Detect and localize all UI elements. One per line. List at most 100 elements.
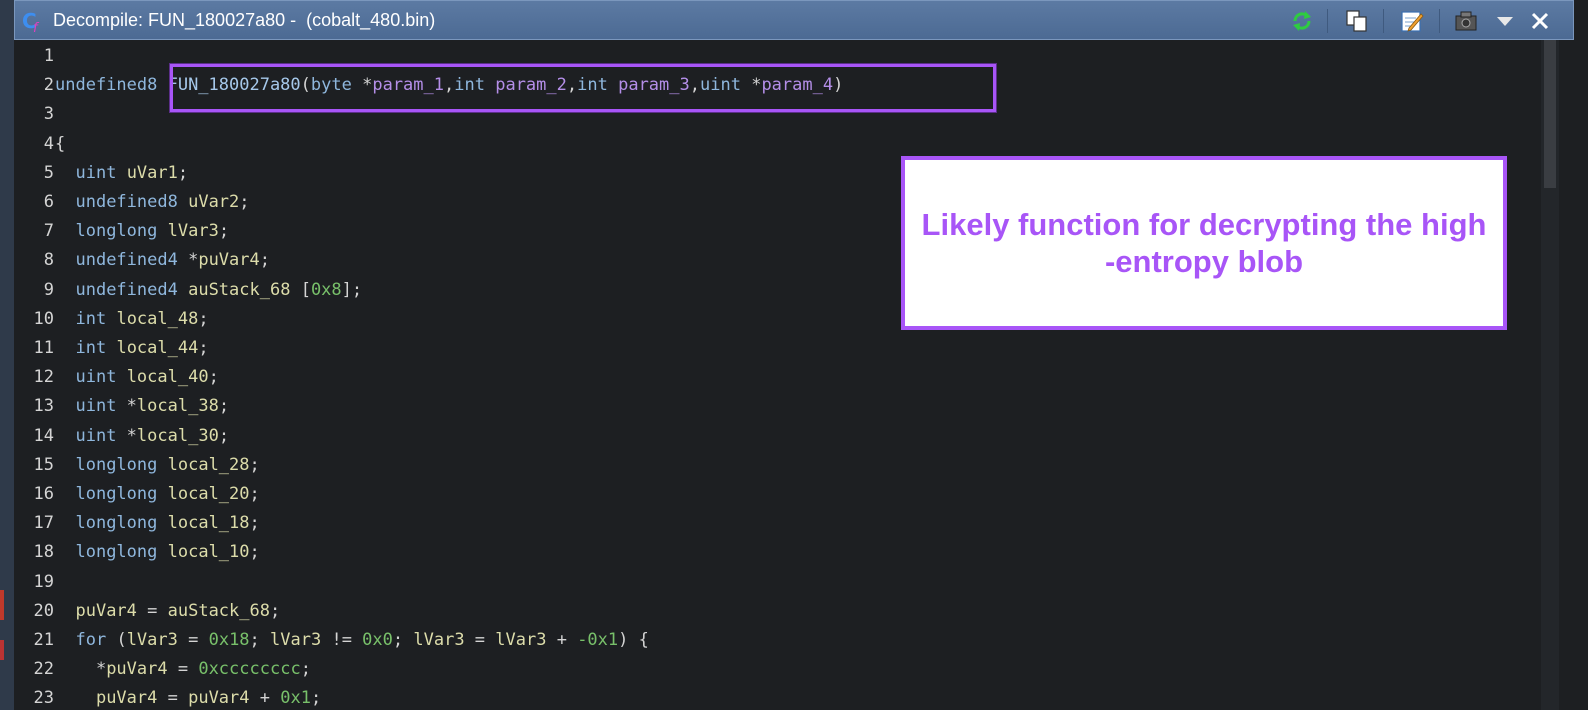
code-token[interactable]: lVar3 xyxy=(495,630,546,650)
code-token[interactable]: ; xyxy=(393,630,413,650)
code-token[interactable]: + xyxy=(546,630,577,650)
code-token[interactable] xyxy=(116,367,126,387)
code-token[interactable]: puVar4 xyxy=(106,659,167,679)
vertical-scrollbar[interactable] xyxy=(1541,40,1559,710)
code-token[interactable] xyxy=(55,338,75,358)
code-token[interactable]: local_44 xyxy=(116,338,198,358)
code-token[interactable]: lVar3 xyxy=(413,630,464,650)
code-line[interactable]: int local_48; xyxy=(55,305,208,334)
code-token[interactable]: uVar1 xyxy=(127,163,178,183)
code-token[interactable]: ; xyxy=(219,396,229,416)
code-token[interactable]: ; xyxy=(198,338,208,358)
code-line[interactable]: undefined4 auStack_68 [0x8]; xyxy=(55,276,362,305)
code-token[interactable]: local_40 xyxy=(127,367,209,387)
code-line[interactable]: undefined4 *puVar4; xyxy=(55,246,270,275)
code-line[interactable]: undefined8 uVar2; xyxy=(55,188,249,217)
code-token[interactable]: -0x1 xyxy=(577,630,618,650)
code-line[interactable]: uint *local_30; xyxy=(55,422,229,451)
code-token[interactable] xyxy=(157,221,167,241)
code-token[interactable]: ; xyxy=(250,455,260,475)
code-token[interactable]: ; xyxy=(270,601,280,621)
code-token[interactable]: undefined8 xyxy=(55,75,168,95)
code-token[interactable]: uint xyxy=(75,426,116,446)
code-token[interactable]: * xyxy=(178,250,198,270)
code-token[interactable]: ) { xyxy=(618,630,649,650)
code-token[interactable]: ; xyxy=(250,484,260,504)
code-token[interactable] xyxy=(116,163,126,183)
code-token[interactable]: + xyxy=(250,688,281,708)
code-token[interactable] xyxy=(55,192,75,212)
code-token[interactable]: longlong xyxy=(75,455,157,475)
code-token[interactable]: local_38 xyxy=(137,396,219,416)
code-line[interactable]: { xyxy=(55,130,65,159)
code-token[interactable]: uint xyxy=(75,163,116,183)
code-token[interactable]: ; xyxy=(250,630,270,650)
code-token[interactable]: uint xyxy=(75,367,116,387)
code-token[interactable]: puVar4 xyxy=(198,250,259,270)
code-token[interactable] xyxy=(55,601,75,621)
close-icon[interactable] xyxy=(1527,8,1553,34)
code-token[interactable]: int xyxy=(75,338,106,358)
code-token[interactable]: * xyxy=(116,396,137,416)
code-token[interactable] xyxy=(55,484,75,504)
code-token[interactable] xyxy=(157,455,167,475)
code-line[interactable]: puVar4 = puVar4 + 0x1; xyxy=(55,684,321,710)
code-token[interactable] xyxy=(55,163,75,183)
code-token[interactable] xyxy=(55,367,75,387)
code-token[interactable]: local_28 xyxy=(168,455,250,475)
code-token[interactable] xyxy=(55,280,75,300)
code-token[interactable]: ; xyxy=(301,659,311,679)
code-token[interactable]: ; xyxy=(260,250,270,270)
code-token[interactable]: ; xyxy=(178,163,188,183)
code-token[interactable]: != xyxy=(321,630,362,650)
code-token[interactable] xyxy=(55,250,75,270)
copy-icon[interactable] xyxy=(1344,8,1370,34)
code-token[interactable]: lVar3 xyxy=(127,630,178,650)
code-line[interactable]: uint local_40; xyxy=(55,363,219,392)
code-token[interactable]: ; xyxy=(219,426,229,446)
code-line[interactable]: longlong lVar3; xyxy=(55,217,229,246)
code-line[interactable]: int local_44; xyxy=(55,334,208,363)
code-token[interactable]: 0x18 xyxy=(209,630,250,650)
code-token[interactable]: auStack_68 xyxy=(188,280,290,300)
code-token[interactable]: ; xyxy=(250,513,260,533)
code-token[interactable]: int xyxy=(75,309,106,329)
code-token[interactable]: local_48 xyxy=(116,309,198,329)
title-bar[interactable]: C f Decompile: FUN_180027a80 - (cobalt_4… xyxy=(14,0,1574,40)
code-token[interactable]: auStack_68 xyxy=(168,601,270,621)
code-token[interactable]: undefined4 xyxy=(75,250,177,270)
code-token[interactable]: for xyxy=(75,630,106,650)
code-line[interactable]: longlong local_28; xyxy=(55,451,260,480)
code-token[interactable]: = xyxy=(465,630,496,650)
scrollbar-thumb[interactable] xyxy=(1544,40,1556,188)
code-token[interactable]: longlong xyxy=(75,513,157,533)
code-token[interactable]: 0xcccccccc xyxy=(198,659,300,679)
code-token[interactable]: = xyxy=(157,688,188,708)
code-token[interactable] xyxy=(157,513,167,533)
code-token[interactable]: ; xyxy=(209,367,219,387)
code-token[interactable] xyxy=(55,630,75,650)
code-line[interactable]: uint uVar1; xyxy=(55,159,188,188)
code-token[interactable]: 0x8 xyxy=(311,280,342,300)
code-token[interactable] xyxy=(178,192,188,212)
code-token[interactable] xyxy=(55,221,75,241)
code-token[interactable]: = xyxy=(178,630,209,650)
code-token[interactable]: ]; xyxy=(342,280,362,300)
refresh-icon[interactable] xyxy=(1289,8,1315,34)
code-token[interactable]: [ xyxy=(290,280,311,300)
code-token[interactable]: uVar2 xyxy=(188,192,239,212)
code-view[interactable]: 1 2 3 4 5 6 7 8 9 10 11 12 13 14 15 16 17 18 19 20 21 22 23 un… xyxy=(14,40,1574,710)
code-token[interactable] xyxy=(106,309,116,329)
code-token[interactable]: ; xyxy=(250,542,260,562)
code-token[interactable] xyxy=(106,338,116,358)
code-token[interactable]: lVar3 xyxy=(168,221,219,241)
code-token[interactable]: * xyxy=(55,659,106,679)
snapshot-icon[interactable] xyxy=(1453,8,1479,34)
code-line[interactable]: for (lVar3 = 0x18; lVar3 != 0x0; lVar3 =… xyxy=(55,626,649,655)
code-token[interactable]: undefined4 xyxy=(75,280,177,300)
code-token[interactable]: * xyxy=(116,426,137,446)
code-line[interactable]: longlong local_10; xyxy=(55,538,260,567)
code-token[interactable] xyxy=(55,309,75,329)
code-token[interactable]: = xyxy=(137,601,168,621)
code-token[interactable]: undefined8 xyxy=(75,192,177,212)
